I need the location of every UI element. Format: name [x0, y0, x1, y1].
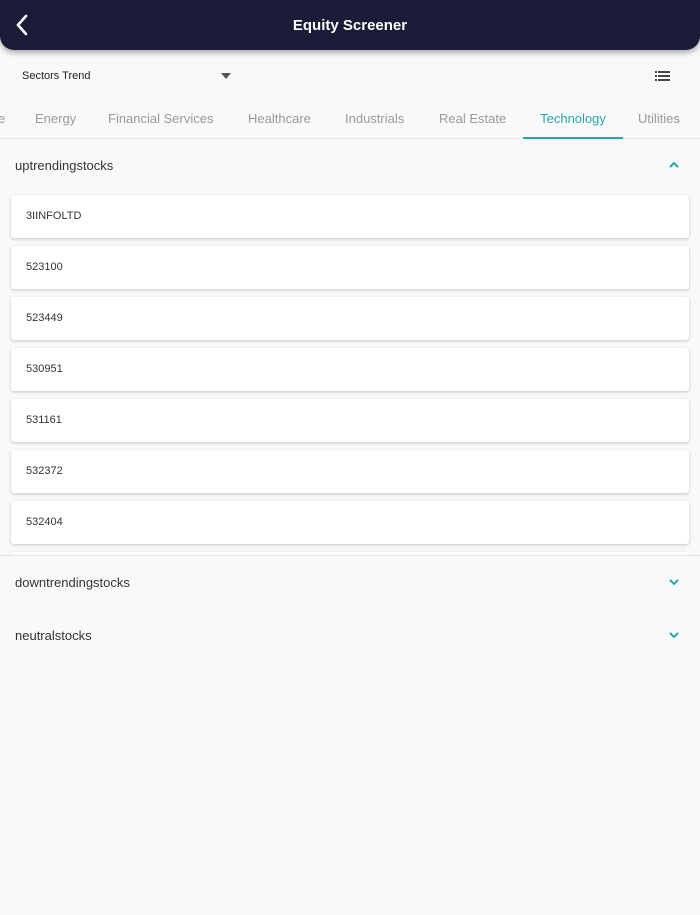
app-header: Equity Screener	[0, 0, 700, 50]
list-item[interactable]: 530951	[11, 348, 689, 391]
section-neutral-header[interactable]: neutralstocks	[0, 615, 700, 655]
tab-energy[interactable]: Energy	[35, 100, 76, 139]
list-item[interactable]: 531161	[11, 399, 689, 442]
section-label: neutralstocks	[15, 627, 92, 643]
tab-real-estate[interactable]: Real Estate	[439, 100, 506, 139]
back-arrow-icon[interactable]	[12, 12, 32, 38]
list-item[interactable]: 523100	[11, 246, 689, 289]
view-dropdown[interactable]: Sectors Trend	[22, 66, 234, 86]
section-label: uptrendingstocks	[15, 157, 114, 173]
tab-industrials[interactable]: Industrials	[345, 100, 404, 139]
section-label: downtrendingstocks	[15, 574, 130, 590]
uptrending-list[interactable]: 3IINFOLTD 523100 523449 530951 531161 53…	[0, 190, 700, 555]
caret-down-icon	[221, 73, 231, 79]
tab-financial-services[interactable]: Financial Services	[108, 100, 214, 139]
list-icon[interactable]	[655, 71, 670, 81]
section-uptrending-header[interactable]: uptrendingstocks	[0, 145, 700, 185]
list-item[interactable]: 523449	[11, 297, 689, 340]
dropdown-value: Sectors Trend	[22, 70, 91, 82]
list-item[interactable]: 3IINFOLTD	[11, 195, 689, 238]
divider	[0, 555, 700, 556]
tab-utilities[interactable]: Utilities	[638, 100, 680, 139]
tab-partial[interactable]: e	[0, 100, 5, 139]
chevron-down-icon	[669, 579, 679, 586]
chevron-up-icon	[669, 161, 679, 168]
page-title: Equity Screener	[292, 16, 408, 34]
tab-technology[interactable]: Technology	[523, 100, 623, 139]
list-item[interactable]: 532404	[11, 501, 689, 544]
sector-tabs: e Energy Financial Services Healthcare I…	[0, 100, 700, 139]
list-item[interactable]: 532372	[11, 450, 689, 493]
chevron-down-icon	[669, 632, 679, 639]
section-downtrending-header[interactable]: downtrendingstocks	[0, 562, 700, 602]
tab-healthcare[interactable]: Healthcare	[248, 100, 311, 139]
